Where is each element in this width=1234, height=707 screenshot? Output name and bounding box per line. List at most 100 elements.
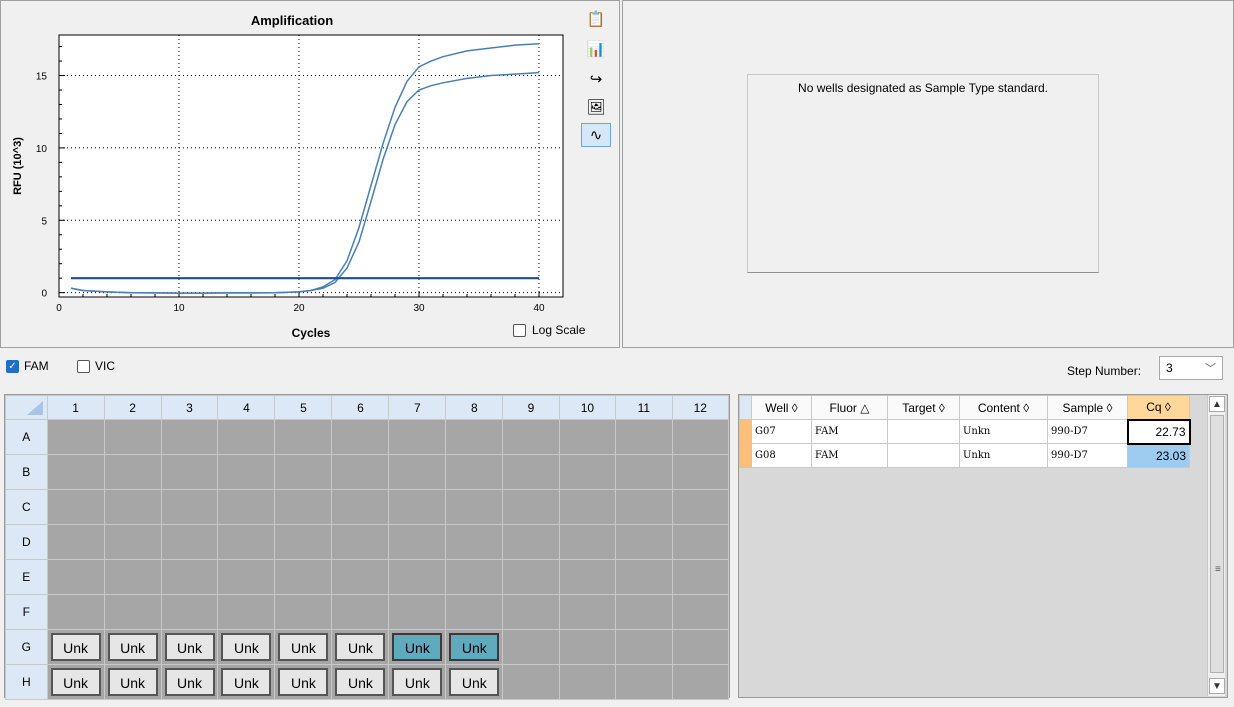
- plate-well[interactable]: [671, 664, 729, 700]
- plate-well[interactable]: [331, 594, 390, 630]
- plate-well[interactable]: [558, 594, 617, 630]
- plate-well[interactable]: [502, 489, 560, 525]
- plate-well[interactable]: [615, 629, 673, 665]
- cell-fluor[interactable]: FAM: [811, 443, 888, 468]
- copy-icon[interactable]: 📋: [581, 7, 611, 31]
- plate-well[interactable]: [331, 454, 390, 490]
- plate-row-header[interactable]: B: [5, 454, 48, 490]
- plate-row-header[interactable]: D: [5, 524, 48, 560]
- plate-well[interactable]: [103, 419, 162, 455]
- col-header-fluor[interactable]: Fluor △: [811, 395, 888, 420]
- col-header-content[interactable]: Content ◊: [959, 395, 1048, 420]
- cell-well[interactable]: G07: [751, 419, 812, 444]
- plate-well[interactable]: [217, 559, 276, 595]
- plate-well[interactable]: [388, 524, 447, 560]
- plate-well[interactable]: [160, 489, 219, 525]
- plate-corner[interactable]: [5, 395, 48, 420]
- plate-row-header[interactable]: H: [5, 664, 48, 700]
- plate-well[interactable]: [615, 559, 673, 595]
- well-content-label[interactable]: Unk: [107, 668, 158, 696]
- log-scale-box[interactable]: [513, 323, 526, 337]
- plate-well[interactable]: [46, 419, 105, 455]
- plate-well[interactable]: [217, 454, 276, 490]
- plate-well[interactable]: [671, 489, 729, 525]
- plate-row-header[interactable]: E: [5, 559, 48, 595]
- fluor-vic-box[interactable]: [77, 359, 90, 373]
- col-header-cq[interactable]: Cq ◊: [1127, 395, 1190, 420]
- plate-row-header[interactable]: G: [5, 629, 48, 665]
- plate-well[interactable]: [502, 594, 560, 630]
- plate-well[interactable]: Unk: [331, 664, 390, 700]
- well-content-label[interactable]: Unk: [335, 633, 386, 661]
- cell-content[interactable]: Unkn: [959, 419, 1048, 444]
- plate-well[interactable]: [558, 454, 617, 490]
- plate-well[interactable]: [103, 559, 162, 595]
- results-scrollbar[interactable]: ▲ ≡ ▼: [1207, 395, 1225, 696]
- plate-well[interactable]: Unk: [274, 664, 333, 700]
- plate-well[interactable]: [388, 454, 447, 490]
- plate-well[interactable]: [46, 559, 105, 595]
- well-content-label[interactable]: Unk: [164, 668, 215, 696]
- plate-well[interactable]: [388, 594, 447, 630]
- plate-well[interactable]: Unk: [160, 629, 219, 665]
- plate-col-header[interactable]: 2: [103, 395, 162, 420]
- plate-col-header[interactable]: 3: [160, 395, 219, 420]
- plate-well[interactable]: [615, 454, 673, 490]
- plate-well[interactable]: [445, 594, 504, 630]
- plate-col-header[interactable]: 5: [274, 395, 333, 420]
- plate-well[interactable]: [217, 594, 276, 630]
- plate-well[interactable]: [160, 594, 219, 630]
- well-content-label[interactable]: Unk: [164, 633, 215, 661]
- plate-well[interactable]: Unk: [388, 664, 447, 700]
- plate-well[interactable]: [46, 524, 105, 560]
- plate-col-header[interactable]: 10: [558, 395, 617, 420]
- fluor-vic-checkbox[interactable]: VIC: [77, 359, 115, 373]
- well-content-label[interactable]: Unk: [221, 668, 272, 696]
- cell-target[interactable]: [887, 443, 960, 468]
- table-row[interactable]: G07 FAM Unkn 990-D7 22.73: [739, 418, 1191, 445]
- plate-row-header[interactable]: C: [5, 489, 48, 525]
- plate-well[interactable]: Unk: [274, 629, 333, 665]
- plate-col-header[interactable]: 12: [671, 395, 729, 420]
- plate-well[interactable]: [615, 489, 673, 525]
- plate-well[interactable]: [671, 419, 729, 455]
- well-content-label[interactable]: Unk: [221, 633, 272, 661]
- plate-col-header[interactable]: 11: [615, 395, 673, 420]
- col-header-target[interactable]: Target ◊: [887, 395, 960, 420]
- export-icon[interactable]: ↪: [581, 67, 611, 91]
- well-content-label[interactable]: Unk: [278, 633, 329, 661]
- plate-well[interactable]: [331, 489, 390, 525]
- well-content-label[interactable]: Unk: [278, 668, 329, 696]
- plate-well[interactable]: [46, 489, 105, 525]
- plate-well[interactable]: Unk: [217, 629, 276, 665]
- well-content-label[interactable]: Unk: [50, 633, 101, 661]
- plate-well[interactable]: [388, 419, 447, 455]
- log-scale-checkbox[interactable]: Log Scale: [513, 321, 585, 339]
- plate-well[interactable]: [445, 489, 504, 525]
- plate-well[interactable]: [502, 419, 560, 455]
- step-number-select[interactable]: 3 ﹀: [1159, 356, 1223, 380]
- plate-col-header[interactable]: 1: [46, 395, 105, 420]
- plate-well[interactable]: [46, 454, 105, 490]
- plate-well[interactable]: [615, 524, 673, 560]
- plate-well[interactable]: [445, 559, 504, 595]
- graph-options-icon[interactable]: 🖼: [581, 95, 611, 119]
- scroll-up-icon[interactable]: ▲: [1209, 396, 1225, 412]
- plate-well[interactable]: Unk: [445, 664, 504, 700]
- plate-row-header[interactable]: A: [5, 419, 48, 455]
- plate-well[interactable]: [331, 559, 390, 595]
- plate-well[interactable]: [103, 489, 162, 525]
- checkmark-icon[interactable]: ✓: [6, 359, 19, 373]
- plate-well[interactable]: Unk: [160, 664, 219, 700]
- cell-cq[interactable]: 23.03: [1127, 443, 1190, 468]
- fluor-fam-checkbox[interactable]: ✓ FAM: [6, 359, 49, 373]
- well-content-label[interactable]: Unk: [392, 633, 443, 661]
- plate-well[interactable]: [671, 559, 729, 595]
- plate-well[interactable]: [558, 524, 617, 560]
- plate-well[interactable]: [502, 524, 560, 560]
- plate-well[interactable]: [274, 524, 333, 560]
- plate-well[interactable]: [217, 419, 276, 455]
- plate-well[interactable]: [615, 594, 673, 630]
- table-row[interactable]: G08 FAM Unkn 990-D7 23.03: [739, 443, 1190, 468]
- plate-well[interactable]: Unk: [103, 664, 162, 700]
